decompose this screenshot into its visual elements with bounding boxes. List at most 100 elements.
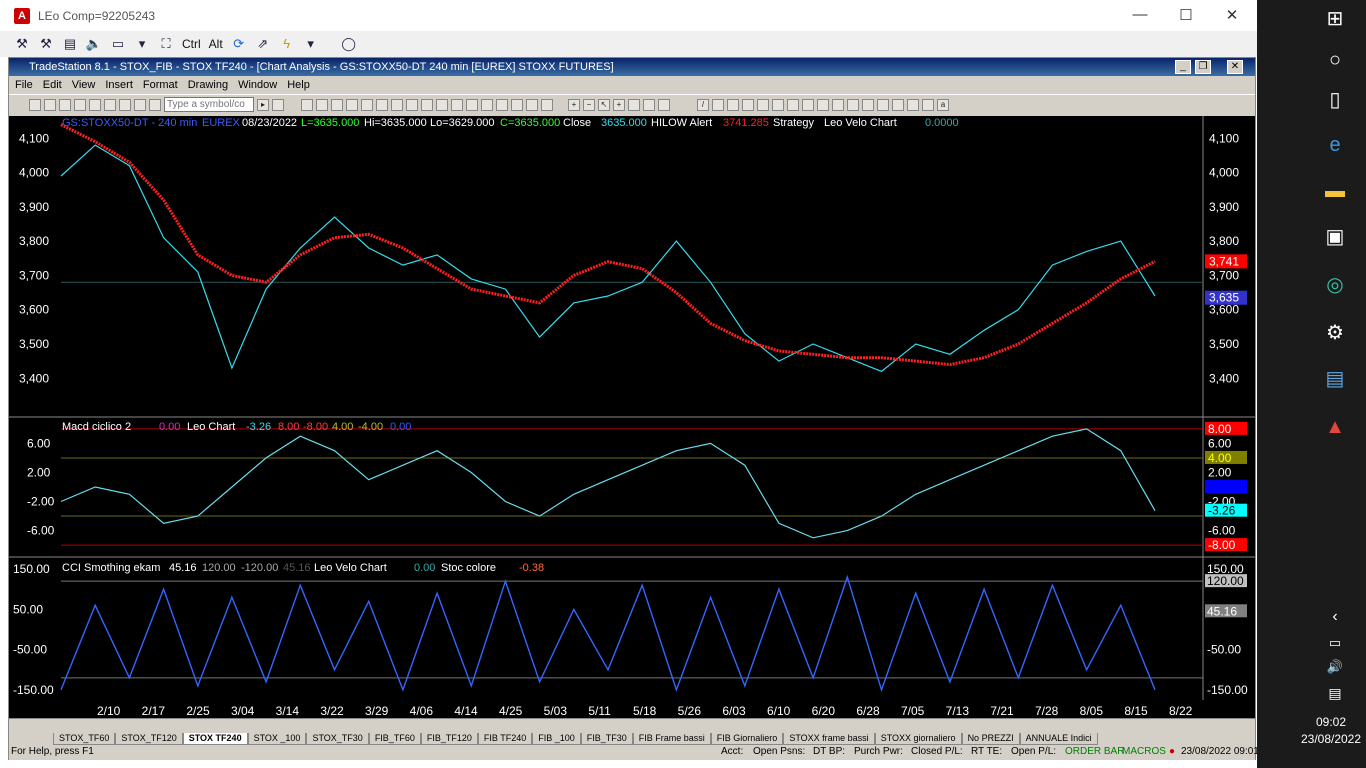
workspace-tab[interactable]: STOX _100 — [247, 733, 307, 745]
tool-icon[interactable] — [742, 98, 754, 111]
workspace-tab[interactable]: FIB Giornaliero — [710, 733, 784, 745]
minimize-button[interactable]: — — [1130, 6, 1150, 23]
menu-item-insert[interactable]: Insert — [105, 79, 133, 91]
workspace-tab[interactable]: STOX_TF120 — [115, 733, 183, 745]
workspace-tab[interactable]: STOX_TF60 — [53, 733, 116, 745]
tool-icon[interactable] — [451, 98, 463, 111]
menu-item-window[interactable]: Window — [238, 79, 277, 91]
symbol-input[interactable] — [164, 97, 254, 112]
tool-icon[interactable] — [361, 98, 373, 111]
new-icon[interactable] — [29, 98, 41, 111]
tool-icon[interactable] — [643, 98, 655, 111]
clock-icon[interactable]: ◯ — [339, 34, 359, 54]
menu-item-edit[interactable]: Edit — [43, 79, 62, 91]
menu-item-file[interactable]: File — [15, 79, 33, 91]
connect-icon[interactable]: ⚒ — [12, 34, 32, 54]
tool-icon[interactable] — [892, 98, 904, 111]
taskbar-clock[interactable]: 09:02 23/08/2022 — [1296, 714, 1366, 748]
chevron-down-icon[interactable]: ▾ — [301, 34, 321, 54]
edge-new-icon[interactable]: ◎ — [1313, 270, 1357, 300]
tool-icon[interactable] — [511, 98, 523, 111]
macros-button[interactable]: MACROS — [1122, 746, 1166, 757]
horizontal-scrollbar[interactable] — [9, 718, 1255, 732]
tool-icon[interactable] — [787, 98, 799, 111]
workspace-tab[interactable]: FIB_TF60 — [368, 733, 421, 745]
tool-icon[interactable] — [907, 98, 919, 111]
menu-item-format[interactable]: Format — [143, 79, 178, 91]
tool-icon[interactable] — [436, 98, 448, 111]
app-restore-button[interactable]: ❐ — [1195, 60, 1211, 74]
menu-item-drawing[interactable]: Drawing — [188, 79, 228, 91]
tool-icon[interactable] — [406, 98, 418, 111]
open-icon[interactable] — [44, 98, 56, 111]
paste-icon[interactable] — [119, 98, 131, 111]
find-icon[interactable] — [272, 98, 284, 111]
workspace-tab[interactable]: STOXX giornaliero — [874, 733, 962, 745]
grid-icon[interactable] — [149, 98, 161, 111]
close-button[interactable]: ✕ — [1222, 6, 1242, 24]
maximize-button[interactable]: ☐ — [1176, 6, 1196, 24]
refresh-icon[interactable]: ⟳ — [229, 34, 249, 54]
chevron-down-icon[interactable]: ▾ — [132, 34, 152, 54]
copy-icon[interactable] — [104, 98, 116, 111]
workspace-tab[interactable]: STOX TF240 — [182, 733, 248, 745]
text-icon[interactable]: a — [937, 98, 949, 111]
tool-icon[interactable] — [391, 98, 403, 111]
windows-icon[interactable]: ⊞ — [1313, 4, 1357, 34]
tool-icon[interactable] — [877, 98, 889, 111]
zoom-out-icon[interactable]: − — [583, 98, 595, 111]
tool-icon[interactable] — [316, 98, 328, 111]
settings-icon[interactable]: ⚙ — [1313, 318, 1357, 348]
tool-icon[interactable] — [862, 98, 874, 111]
workspace-tab[interactable]: STOXX frame bassi — [783, 733, 875, 745]
edge-icon[interactable]: e — [1313, 130, 1357, 160]
tool-icon[interactable] — [727, 98, 739, 111]
lightning-icon[interactable]: ϟ — [277, 34, 297, 54]
tool-icon[interactable] — [466, 98, 478, 111]
workspace-tab[interactable]: FIB_TF120 — [420, 733, 478, 745]
menu-item-view[interactable]: View — [72, 79, 96, 91]
tool-icon[interactable] — [301, 98, 313, 111]
pointer-icon[interactable]: ↖ — [598, 98, 610, 111]
tool-icon[interactable] — [628, 98, 640, 111]
pointer-icon[interactable]: ⇗ — [253, 34, 273, 54]
crosshair-icon[interactable]: + — [613, 98, 625, 111]
display-icon[interactable]: ▭ — [108, 34, 128, 54]
print-icon[interactable] — [74, 98, 86, 111]
tool-icon[interactable] — [526, 98, 538, 111]
alt-button[interactable]: Alt — [207, 37, 225, 51]
tradestation-icon[interactable]: ▲ — [1313, 412, 1357, 442]
sound-icon[interactable]: 🔈 — [84, 34, 104, 54]
notifications-icon[interactable]: ▤ — [1313, 678, 1357, 708]
tool-icon[interactable] — [331, 98, 343, 111]
fullscreen-icon[interactable]: ⛶ — [156, 34, 176, 54]
tool-icon[interactable] — [817, 98, 829, 111]
store-icon[interactable]: ▣ — [1313, 222, 1357, 252]
tool-icon[interactable] — [346, 98, 358, 111]
workspace-tab[interactable]: FIB_TF30 — [580, 733, 633, 745]
tool-icon[interactable] — [832, 98, 844, 111]
chart-icon[interactable] — [134, 98, 146, 111]
tool-icon[interactable] — [922, 98, 934, 111]
tool-icon[interactable] — [658, 98, 670, 111]
ctrl-button[interactable]: Ctrl — [180, 37, 203, 51]
app-close-button[interactable]: ✕ — [1227, 60, 1243, 74]
tool-icon[interactable] — [757, 98, 769, 111]
tool-icon[interactable] — [712, 98, 724, 111]
workspace-tab[interactable]: FIB Frame bassi — [632, 733, 711, 745]
disconnect-icon[interactable]: ⚒ — [36, 34, 56, 54]
trendline-icon[interactable]: / — [697, 98, 709, 111]
cortana-icon[interactable]: ○ — [1313, 45, 1357, 75]
zoom-in-icon[interactable]: + — [568, 98, 580, 111]
task-view-icon[interactable]: ▯ — [1313, 85, 1357, 115]
file-transfer-icon[interactable]: ▤ — [60, 34, 80, 54]
file-explorer-icon[interactable]: ▬ — [1313, 176, 1357, 206]
app-minimize-button[interactable]: _ — [1175, 60, 1191, 74]
order-bar-button[interactable]: ORDER BAR — [1065, 746, 1124, 757]
workspace-tab[interactable]: No PREZZI — [961, 733, 1020, 745]
tool-icon[interactable] — [481, 98, 493, 111]
workspace-tab[interactable]: FIB _100 — [532, 733, 581, 745]
chart-area[interactable]: 4,100 4,100 4,000 4,000 3,900 3,900 3,800 3,800… — [9, 116, 1255, 718]
menu-item-help[interactable]: Help — [287, 79, 310, 91]
tool-icon[interactable] — [421, 98, 433, 111]
